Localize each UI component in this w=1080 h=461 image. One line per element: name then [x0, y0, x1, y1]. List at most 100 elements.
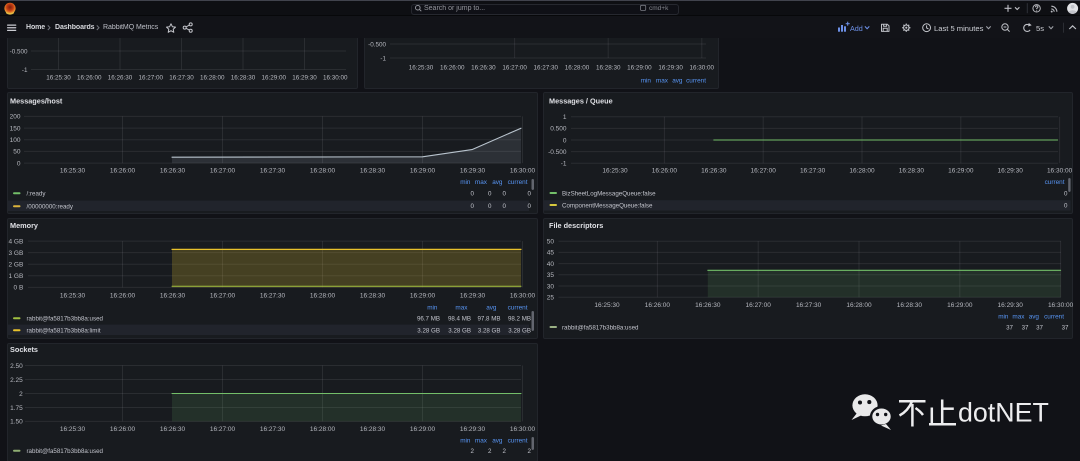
svg-text:0: 0: [488, 191, 492, 198]
svg-text:16:25:30: 16:25:30: [60, 168, 86, 175]
svg-text:16:25:30: 16:25:30: [46, 74, 71, 81]
svg-text:max: max: [455, 305, 468, 312]
svg-text:50: 50: [547, 239, 555, 246]
svg-text:4 GB: 4 GB: [8, 238, 23, 245]
svg-text:16:28:30: 16:28:30: [596, 64, 621, 71]
svg-text:16:27:00: 16:27:00: [502, 64, 527, 71]
svg-text:16:29:00: 16:29:00: [410, 426, 436, 433]
svg-text:2: 2: [19, 391, 23, 398]
svg-text:35: 35: [547, 272, 555, 279]
svg-text:16:27:00: 16:27:00: [210, 168, 236, 175]
svg-text:16:26:00: 16:26:00: [440, 64, 465, 71]
svg-text:16:29:30: 16:29:30: [998, 302, 1024, 309]
svg-text:16:30:00: 16:30:00: [1048, 302, 1074, 309]
svg-text:16:29:30: 16:29:30: [460, 426, 486, 433]
svg-text:Messages/host: Messages/host: [10, 96, 63, 105]
svg-text:16:29:30: 16:29:30: [998, 168, 1024, 175]
svg-text:/00000000:ready: /00000000:ready: [27, 204, 74, 211]
svg-text:16:26:30: 16:26:30: [160, 168, 186, 175]
svg-text:16:27:30: 16:27:30: [260, 293, 286, 300]
svg-text:min: min: [427, 305, 438, 312]
svg-text:100: 100: [10, 137, 21, 144]
svg-text:avg: avg: [492, 179, 503, 186]
svg-text:/:ready: /:ready: [27, 191, 47, 198]
svg-text:37: 37: [1006, 324, 1013, 331]
svg-text:16:27:00: 16:27:00: [751, 168, 777, 175]
svg-text:3.28 GB: 3.28 GB: [417, 328, 440, 335]
svg-text:25: 25: [547, 295, 555, 302]
svg-text:16:29:00: 16:29:00: [261, 74, 286, 81]
svg-text:ComponentMessageQueue:false: ComponentMessageQueue:false: [562, 202, 653, 209]
svg-text:16:25:30: 16:25:30: [60, 426, 86, 433]
svg-text:Messages / Queue: Messages / Queue: [549, 96, 613, 105]
svg-text:2: 2: [503, 448, 507, 455]
svg-text:16:26:00: 16:26:00: [77, 74, 102, 81]
svg-text:0: 0: [1064, 202, 1068, 209]
svg-text:current: current: [1044, 313, 1064, 320]
svg-text:2.25: 2.25: [10, 377, 23, 384]
svg-text:16:28:00: 16:28:00: [849, 168, 875, 175]
svg-text:16:28:00: 16:28:00: [310, 293, 336, 300]
svg-text:16:27:00: 16:27:00: [210, 426, 236, 433]
svg-text:96.7 MB: 96.7 MB: [417, 316, 440, 323]
svg-text:16:29:30: 16:29:30: [292, 74, 317, 81]
svg-text:0: 0: [503, 203, 507, 210]
svg-text:16:25:30: 16:25:30: [60, 293, 86, 300]
svg-text:min: min: [460, 437, 471, 444]
svg-text:16:26:00: 16:26:00: [110, 426, 136, 433]
svg-text:16:26:00: 16:26:00: [652, 168, 678, 175]
svg-text:2: 2: [528, 448, 532, 455]
svg-text:BizSheetLogMessageQueue:false: BizSheetLogMessageQueue:false: [562, 190, 656, 197]
svg-text:2: 2: [471, 448, 475, 455]
svg-text:current: current: [508, 305, 528, 312]
svg-text:150: 150: [10, 125, 21, 132]
svg-text:37: 37: [1022, 324, 1029, 331]
svg-text:40: 40: [547, 261, 555, 268]
svg-text:current: current: [686, 77, 706, 84]
svg-text:current: current: [1045, 179, 1065, 186]
svg-text:2.50: 2.50: [10, 363, 23, 370]
svg-text:16:28:30: 16:28:30: [897, 302, 923, 309]
svg-text:16:30:00: 16:30:00: [323, 74, 348, 81]
svg-text:rabbit@fa5817b3bb8a:limit: rabbit@fa5817b3bb8a:limit: [27, 328, 101, 335]
svg-text:rabbit@fa5817b3bb8a:used: rabbit@fa5817b3bb8a:used: [27, 316, 104, 323]
svg-text:16:28:00: 16:28:00: [310, 426, 336, 433]
svg-text:-1: -1: [561, 161, 567, 168]
svg-text:16:27:30: 16:27:30: [169, 74, 194, 81]
svg-text:-0.500: -0.500: [548, 149, 567, 156]
svg-text:16:30:00: 16:30:00: [510, 426, 536, 433]
svg-text:16:25:30: 16:25:30: [409, 64, 434, 71]
svg-text:3.28 GB: 3.28 GB: [448, 328, 471, 335]
svg-text:16:28:30: 16:28:30: [231, 74, 256, 81]
svg-text:3.28 GB: 3.28 GB: [508, 328, 531, 335]
svg-text:-1: -1: [22, 67, 28, 74]
svg-text:3 GB: 3 GB: [8, 250, 23, 257]
svg-text:2 GB: 2 GB: [8, 262, 23, 269]
svg-text:16:26:00: 16:26:00: [110, 293, 136, 300]
svg-text:30: 30: [547, 283, 555, 290]
svg-text:max: max: [475, 437, 488, 444]
svg-text:0: 0: [471, 203, 475, 210]
svg-text:0: 0: [528, 203, 532, 210]
svg-text:0.500: 0.500: [550, 126, 567, 133]
svg-text:0 B: 0 B: [14, 285, 24, 292]
svg-text:16:28:30: 16:28:30: [360, 293, 386, 300]
svg-text:16:27:30: 16:27:30: [800, 168, 826, 175]
svg-text:rabbit@fa5817b3bb8a:used: rabbit@fa5817b3bb8a:used: [27, 448, 104, 455]
svg-text:min: min: [998, 313, 1009, 320]
svg-text:37: 37: [1036, 324, 1043, 331]
svg-text:16:26:00: 16:26:00: [645, 302, 671, 309]
svg-text:0: 0: [17, 160, 21, 167]
svg-text:-0.500: -0.500: [10, 48, 28, 55]
svg-text:98.2 MB: 98.2 MB: [508, 316, 531, 323]
svg-text:16:28:00: 16:28:00: [565, 64, 590, 71]
svg-text:16:26:00: 16:26:00: [110, 168, 136, 175]
svg-text:16:27:30: 16:27:30: [260, 168, 286, 175]
svg-text:16:26:30: 16:26:30: [108, 74, 133, 81]
svg-text:16:30:00: 16:30:00: [510, 168, 536, 175]
svg-text:16:29:30: 16:29:30: [460, 168, 486, 175]
svg-text:16:26:30: 16:26:30: [471, 64, 496, 71]
svg-text:max: max: [475, 179, 488, 186]
svg-text:max: max: [1012, 313, 1025, 320]
svg-text:37: 37: [1062, 324, 1069, 331]
